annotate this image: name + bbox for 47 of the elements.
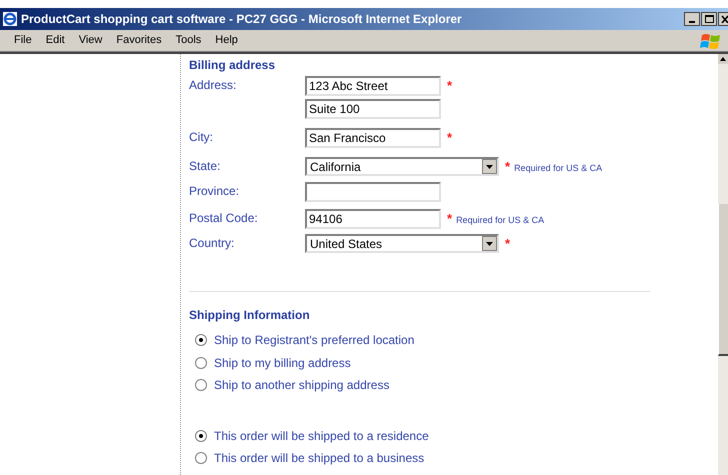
menu-item[interactable]: File bbox=[14, 32, 32, 49]
required-note: Required for US & CA bbox=[456, 214, 544, 227]
caret-icon bbox=[486, 242, 493, 246]
input-field[interactable]: 94106 bbox=[305, 209, 441, 229]
scrollbar[interactable] bbox=[718, 54, 728, 475]
field-label: City: bbox=[189, 130, 213, 144]
input-field[interactable]: 123 Abc Street bbox=[305, 76, 441, 96]
field-label: Address: bbox=[189, 78, 236, 92]
field-label: Country: bbox=[189, 236, 234, 250]
menu-item[interactable]: Help bbox=[215, 32, 238, 49]
menu-item[interactable]: Tools bbox=[176, 32, 202, 49]
required-mark: * bbox=[447, 80, 452, 92]
required-mark: * bbox=[447, 132, 452, 144]
radio-button[interactable] bbox=[195, 452, 207, 464]
radio-label: Ship to Registrant's preferred location bbox=[214, 332, 414, 350]
input-field[interactable]: Suite 100 bbox=[305, 99, 441, 119]
menu-item[interactable]: View bbox=[78, 32, 102, 49]
radio-label: Ship to another shipping address bbox=[214, 377, 390, 394]
radio-label: This order will be shipped to a business bbox=[214, 450, 424, 468]
required-note: Required for US & CA bbox=[514, 162, 602, 175]
radio-label: This order will be shipped to a residence bbox=[214, 428, 429, 445]
radio-label: Ship to my billing address bbox=[214, 354, 351, 372]
radio-button[interactable] bbox=[195, 430, 207, 442]
menu-item[interactable]: Favorites bbox=[116, 32, 162, 49]
select-field[interactable]: United States bbox=[305, 234, 499, 253]
radio-button[interactable] bbox=[195, 379, 207, 392]
field-label: Postal Code: bbox=[189, 211, 258, 225]
browser-icon bbox=[3, 12, 17, 26]
required-mark: * bbox=[505, 238, 510, 250]
field-label: State: bbox=[189, 159, 220, 173]
maximize-button[interactable] bbox=[701, 12, 717, 26]
input-field[interactable]: San Francisco bbox=[305, 128, 441, 148]
caret-icon bbox=[486, 164, 493, 168]
section-heading: Billing address bbox=[189, 57, 276, 74]
required-mark: * bbox=[447, 213, 452, 225]
radio-button[interactable] bbox=[195, 356, 207, 369]
field-label: Province: bbox=[189, 184, 240, 198]
radio-button[interactable] bbox=[195, 334, 207, 346]
select-field[interactable]: California bbox=[305, 157, 499, 176]
required-mark: * bbox=[505, 161, 510, 173]
input-field[interactable] bbox=[305, 182, 441, 202]
scroll-up-icon bbox=[720, 57, 726, 61]
menu-item[interactable]: Edit bbox=[46, 32, 65, 49]
close-button[interactable] bbox=[718, 12, 728, 26]
section-heading: Shipping Information bbox=[189, 307, 311, 324]
minimize-button[interactable] bbox=[684, 12, 700, 26]
window-title: ProductCart shopping cart software - PC27 GGG - Microsoft Internet Explorer bbox=[21, 11, 462, 28]
